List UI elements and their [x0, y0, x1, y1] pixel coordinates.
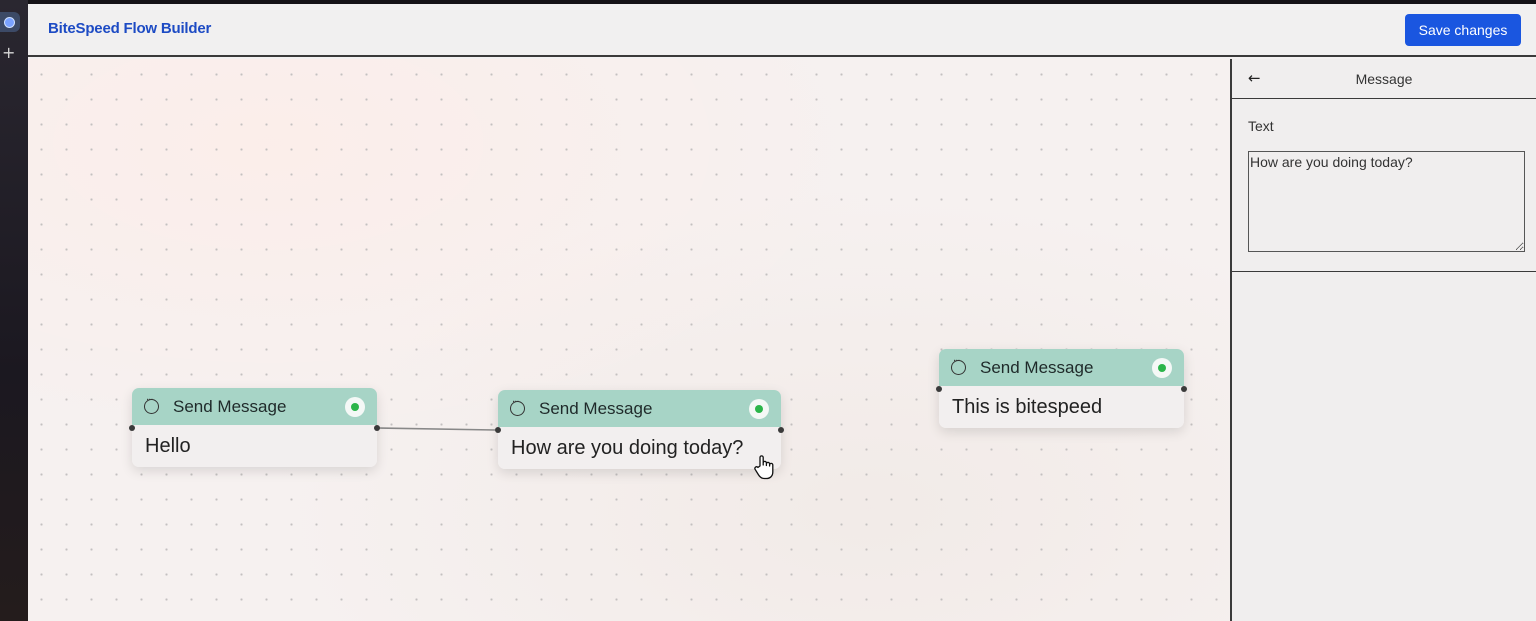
header: BiteSpeed Flow Builder Save changes: [28, 4, 1536, 57]
flow-builder-app: BiteSpeed Flow Builder Save changes Send…: [28, 4, 1536, 621]
node-text: How are you doing today?: [498, 427, 781, 469]
target-handle[interactable]: [936, 386, 942, 392]
node-title: Send Message: [173, 396, 287, 416]
brand-title: BiteSpeed Flow Builder: [48, 20, 212, 37]
node-title: Send Message: [539, 398, 653, 418]
whatsapp-icon: [1152, 358, 1172, 378]
node-title: Send Message: [980, 357, 1094, 377]
target-handle[interactable]: [495, 427, 501, 433]
message-icon: [510, 397, 525, 416]
message-text-input[interactable]: How are you doing today?: [1248, 151, 1525, 252]
message-node[interactable]: Send Message This is bitespeed: [936, 349, 1187, 428]
whatsapp-icon: [345, 397, 365, 417]
source-handle[interactable]: [778, 427, 784, 433]
node-header[interactable]: Send Message: [132, 388, 377, 425]
flow-canvas[interactable]: Send Message Hello Send Message How are …: [28, 59, 1230, 621]
source-handle[interactable]: [1181, 386, 1187, 392]
settings-panel: ← Message Text How are you doing today?: [1230, 59, 1536, 621]
edges-layer: [378, 427, 496, 431]
message-icon: [951, 356, 966, 375]
node-header[interactable]: Send Message: [939, 349, 1184, 386]
save-changes-button[interactable]: Save changes: [1405, 14, 1521, 46]
whatsapp-icon: [749, 399, 769, 419]
node-header[interactable]: Send Message: [498, 390, 781, 427]
node-text: Hello: [132, 425, 377, 467]
message-icon: [144, 395, 159, 414]
panel-header: ← Message: [1232, 59, 1536, 99]
source-handle[interactable]: [374, 425, 380, 431]
app-icon[interactable]: [0, 12, 20, 32]
message-node[interactable]: Send Message Hello: [129, 388, 380, 467]
edge-node1-node2[interactable]: [378, 427, 496, 431]
text-field-label: Text: [1248, 118, 1274, 134]
os-dock: +: [0, 0, 28, 621]
node-text: This is bitespeed: [939, 386, 1184, 428]
text-field-section: Text How are you doing today?: [1232, 99, 1536, 272]
panel-title: Message: [1355, 71, 1413, 87]
target-handle[interactable]: [129, 425, 135, 431]
add-icon[interactable]: +: [2, 43, 15, 63]
message-node[interactable]: Send Message How are you doing today?: [495, 390, 784, 469]
hand-cursor-icon: [754, 455, 774, 480]
